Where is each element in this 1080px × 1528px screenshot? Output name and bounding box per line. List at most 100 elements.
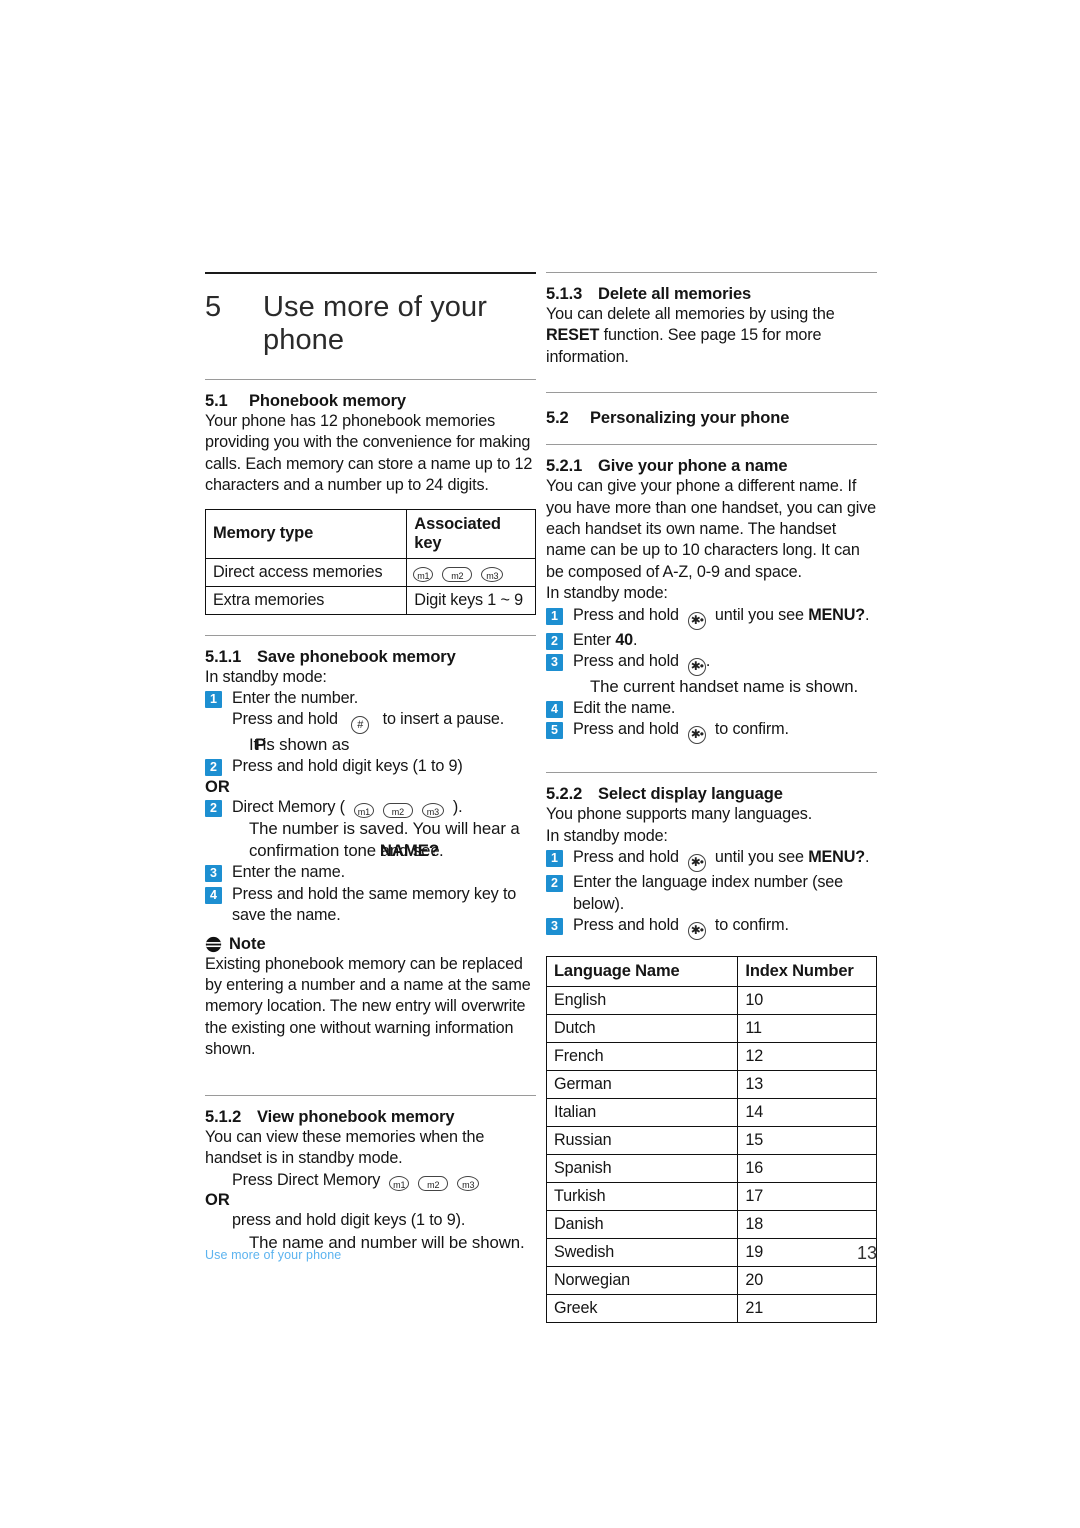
table-header-row: Language Name Index Number — [545, 956, 877, 988]
step-item: 2 Enter 40. — [546, 630, 877, 651]
standby-intro-511: In standby mode: — [205, 667, 327, 686]
to-confirm-label: to confirm. — [714, 916, 789, 935]
table-row: Norwegian 20 — [545, 1266, 877, 1296]
star-key-icon: ✱• — [687, 611, 706, 630]
m2-key-icon: m2 — [418, 1176, 449, 1192]
heading-5-1-2-number: 5.1.2 — [205, 1107, 242, 1126]
step-text: Enter the language index number (see bel… — [573, 873, 843, 913]
step-item: 1 Press and hold ✱• until you see MENU?. — [546, 605, 877, 630]
manual-page: 5 Use more of your phone 5.1 Phonebook m… — [0, 0, 1080, 1528]
overlap-shown-as: It is shown as P. — [249, 734, 349, 756]
press-hold-label: Press and hold — [573, 916, 679, 935]
table-header-row: Memory type Associated key — [204, 508, 536, 559]
step-1-substep-pause: Press and hold # to insert a pause. — [232, 709, 536, 735]
press-hold-label: Press and hold — [573, 720, 679, 739]
menu-prompt-period: . — [865, 848, 870, 867]
heading-5-1-number: 5.1 — [205, 392, 228, 410]
direct-memory-close: ). — [452, 797, 463, 816]
column-header-index-number: Index Number — [737, 956, 877, 988]
press-hold-label: Press and hold — [573, 605, 679, 624]
cell-index-number: 13 — [737, 1070, 877, 1100]
heading-5-2-2-title: Select display language — [598, 785, 783, 804]
heading-5-2-2-number: 5.2.2 — [546, 785, 583, 804]
cell-index-number: 11 — [737, 1014, 877, 1044]
table-row: Spanish 16 — [545, 1154, 877, 1184]
press-direct-memory-line: Press Direct Memory m1 m2 m3 — [232, 1170, 536, 1192]
reset-keyword: RESET — [546, 326, 600, 345]
paragraph-5-2-1-body: You can give your phone a different name… — [546, 477, 876, 581]
step-item: 5 Press and hold ✱• to confirm. — [546, 719, 877, 745]
step-badge: 2 — [205, 759, 222, 777]
cell-index-number: 16 — [737, 1154, 877, 1184]
cell-language-name: Norwegian — [545, 1266, 739, 1296]
step-badge: 5 — [546, 722, 563, 740]
press-hold-period: . — [705, 652, 711, 671]
to-confirm-label: to confirm. — [714, 720, 789, 739]
page-title: 5 Use more of your phone — [205, 274, 536, 379]
heading-5-1-title: Phonebook memory — [249, 392, 407, 410]
step-item: 2 Press and hold digit keys (1 to 9) — [205, 756, 536, 777]
step-badge: 2 — [546, 875, 563, 893]
heading-5-1-3-number: 5.1.3 — [546, 285, 583, 303]
cell-language-name: Italian — [545, 1098, 739, 1128]
chapter-number: 5 — [205, 291, 222, 323]
m3-key-icon: m3 — [457, 1176, 480, 1192]
table-row: Extra memories Digit keys 1 ~ 9 — [204, 585, 536, 615]
column-header-memory-type: Memory type — [204, 508, 408, 559]
cell-language-name: French — [545, 1042, 739, 1072]
step-text: Press and hold digit keys (1 to 9) — [232, 757, 463, 776]
step-text: Enter 40. — [573, 630, 638, 651]
press-hold-digit-keys-line: press and hold digit keys (1 to 9). — [232, 1211, 466, 1230]
name-prompt-value: NAME? — [379, 841, 440, 861]
m3-key-icon: m3 — [421, 803, 444, 819]
substep-pause-label: to insert a pause. — [382, 710, 505, 729]
step-badge: 2 — [205, 799, 222, 817]
column-header-associated-key: Associated key — [406, 508, 536, 559]
paragraph-5-1-3-body: You can delete all memories by using the… — [546, 304, 877, 368]
name-prompt-period: . — [439, 841, 444, 861]
menu-prompt-period: . — [865, 605, 870, 624]
cell-index-number: 12 — [737, 1042, 877, 1072]
step-text: Enter the number. — [232, 689, 359, 708]
or-separator: OR — [205, 777, 230, 796]
table-row: Greek 21 — [545, 1294, 877, 1324]
shown-as-value: P — [255, 735, 267, 755]
overlap-name-prompt: confirmation tone and see NAME?. — [249, 840, 444, 862]
table-row: German 13 — [545, 1070, 877, 1100]
current-handset-name-line: The current handset name is shown. — [590, 677, 859, 697]
menu-code-value: 40 — [615, 630, 634, 649]
cell-language-name: Spanish — [545, 1154, 739, 1184]
heading-5-2-1-number: 5.2.1 — [546, 457, 583, 476]
cell-language-name: Greek — [545, 1294, 739, 1324]
heading-5-1-2: 5.1.2 View phonebook memory — [205, 1108, 536, 1127]
star-key-icon: ✱• — [687, 658, 706, 677]
step-1-substep-shown-as: It is shown as P. — [249, 734, 536, 756]
heading-5-2-number: 5.2 — [546, 409, 569, 428]
steps-list-522: 1 Press and hold ✱• until you see MENU?. 2… — [546, 847, 877, 941]
cell-language-name: German — [545, 1070, 739, 1100]
step-item: 4 Edit the name. — [546, 698, 877, 719]
m2-key-icon: m2 — [442, 567, 473, 583]
cell-index-number: 17 — [737, 1182, 877, 1212]
cell-memory-type-direct: Direct access memories — [204, 557, 408, 587]
step-badge: 3 — [205, 865, 222, 883]
menu-prompt-value: MENU? — [808, 605, 866, 624]
standby-intro-522: In standby mode: — [546, 826, 668, 845]
table-row: Direct access memories m1 m2 m3 — [204, 557, 536, 587]
heading-5-1: 5.1 Phonebook memory — [205, 392, 536, 411]
memory-type-table: Memory type Associated key Direct access… — [204, 508, 536, 615]
paragraph-5-2-2-body: You phone supports many languages. — [546, 805, 813, 824]
heading-5-1-1-number: 5.1.1 — [205, 647, 242, 666]
m1-key-icon: m1 — [353, 803, 374, 819]
paragraph-5-1-2-body: You can view these memories when the han… — [205, 1127, 485, 1168]
step-2b-result-line-2: confirmation tone and see NAME?. — [249, 840, 536, 862]
step-item: 3 Press and hold ✱• to confirm. — [546, 915, 877, 941]
heading-5-2-1-title: Give your phone a name — [598, 457, 788, 476]
cell-language-name: Dutch — [545, 1014, 739, 1044]
page-footer: Use more of your phone 13 — [205, 1243, 877, 1264]
step-badge: 1 — [205, 691, 222, 709]
cell-index-number: 21 — [737, 1294, 877, 1324]
cell-language-name: English — [545, 986, 739, 1016]
heading-5-2-2: 5.2.2 Select display language — [546, 785, 877, 804]
step-badge: 4 — [546, 701, 563, 719]
